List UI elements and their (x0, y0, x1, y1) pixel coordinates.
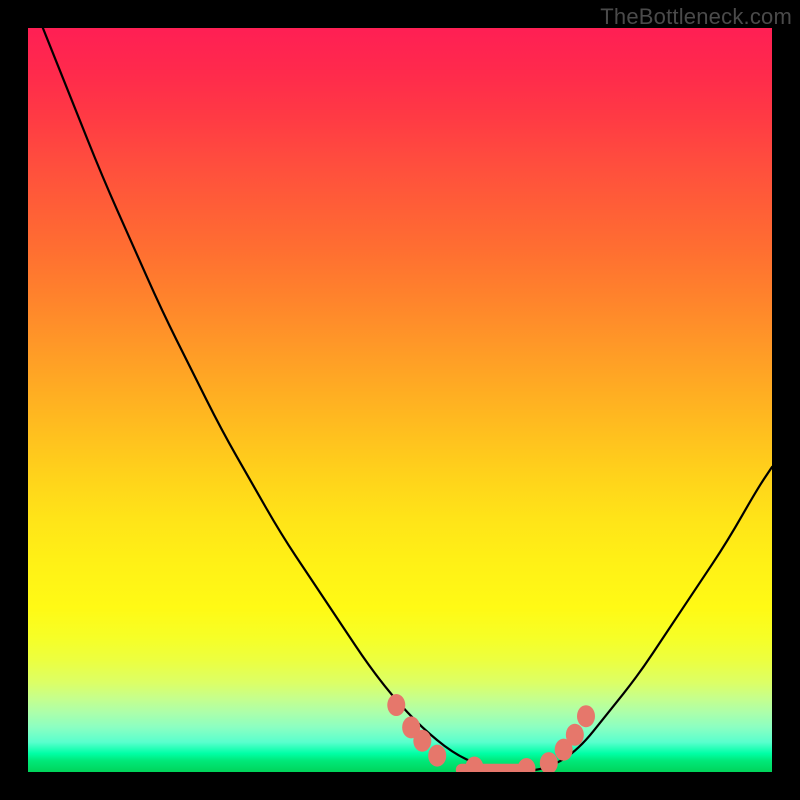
marker-point (413, 730, 431, 752)
bottleneck-zone-markers (28, 28, 772, 772)
marker-point (428, 745, 446, 767)
marker-point (540, 752, 558, 772)
marker-point (577, 705, 595, 727)
marker-point (566, 724, 584, 746)
marker-point (517, 758, 535, 772)
watermark-text: TheBottleneck.com (600, 4, 792, 30)
marker-point (387, 694, 405, 716)
marker-point (465, 757, 483, 772)
chart-frame: TheBottleneck.com (0, 0, 800, 800)
plot-area (28, 28, 772, 772)
